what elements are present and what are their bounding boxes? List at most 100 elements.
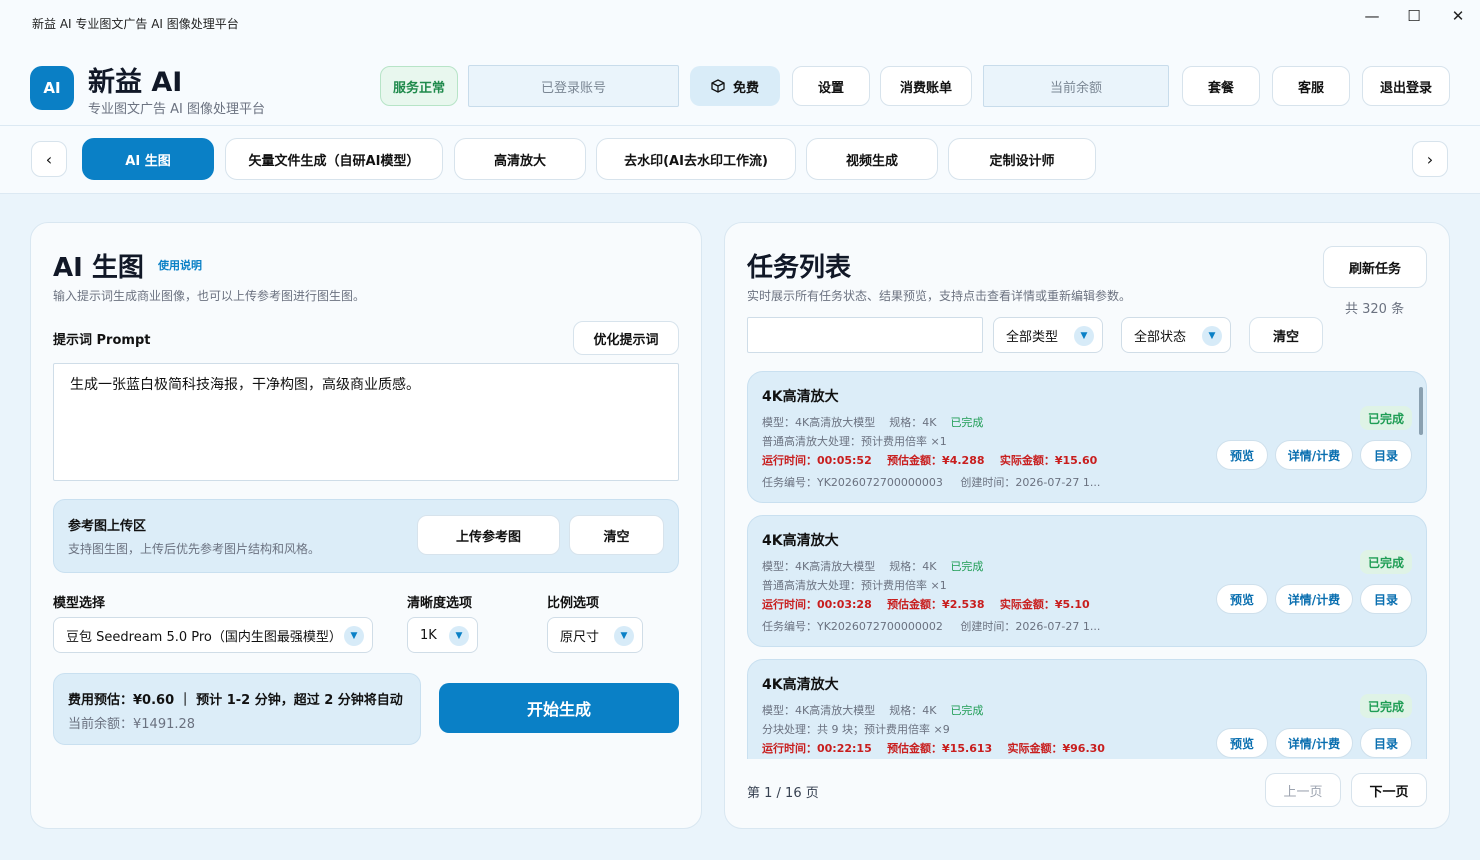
preview-button[interactable]: 预览 <box>1216 584 1268 614</box>
task-meta: 模型：4K高清放大模型 规格：4K 已完成 <box>762 558 983 574</box>
folder-button[interactable]: 目录 <box>1360 440 1412 470</box>
task-process: 分块处理：共 9 块；预计费用倍率 ×9 <box>762 723 950 736</box>
task-meta: 模型：4K高清放大模型 规格：4K 已完成 <box>762 702 983 718</box>
close-button[interactable]: ✕ <box>1438 4 1478 28</box>
task-meta: 模型：4K高清放大模型 规格：4K 已完成 <box>762 414 983 430</box>
type-filter-value: 全部类型 <box>1006 329 1059 345</box>
reference-title: 参考图上传区 <box>68 519 147 534</box>
folder-button[interactable]: 目录 <box>1360 584 1412 614</box>
reference-desc: 支持图生图，上传后优先参考图片结构和风格。 <box>68 542 321 556</box>
detail-billing-button[interactable]: 详情/计费 <box>1275 584 1353 614</box>
task-card[interactable]: 4K高清放大 模型：4K高清放大模型 规格：4K 已完成 普通高清放大处理：预计… <box>747 515 1427 647</box>
model-label: 模型选择 <box>53 596 106 611</box>
task-list-panel: 任务列表 实时展示所有任务状态、结果预览，支持点击查看详情或重新编辑参数。 刷新… <box>724 222 1450 829</box>
help-link[interactable]: 使用说明 <box>158 257 202 273</box>
task-status: 已完成 <box>950 704 984 717</box>
panel-subtitle: 输入提示词生成商业图像，也可以上传参考图进行图生图。 <box>53 289 366 303</box>
task-search-input[interactable] <box>747 317 983 353</box>
tabs-prev-button[interactable]: ‹ <box>31 141 67 177</box>
task-id: 任务编号：YK2026072700000003 <box>762 476 943 489</box>
task-list-scrollbar[interactable] <box>1419 387 1423 435</box>
start-generate-button[interactable]: 开始生成 <box>439 683 679 733</box>
brand-subtitle: 专业图文广告 AI 图像处理平台 <box>88 102 265 117</box>
task-title: 4K高清放大 <box>762 389 839 405</box>
tab-ai-image[interactable]: AI 生图 <box>82 138 214 180</box>
task-created: 创建时间：2026-07-27 1... <box>960 620 1101 633</box>
settings-button[interactable]: 设置 <box>792 66 870 106</box>
folder-button[interactable]: 目录 <box>1360 728 1412 758</box>
brand-name: 新益 AI <box>88 67 183 98</box>
task-card[interactable]: 4K高清放大 模型：4K高清放大模型 规格：4K 已完成 普通高清放大处理：预计… <box>747 371 1427 503</box>
task-id: 任务编号：YK2026072700000002 <box>762 620 943 633</box>
chevron-down-icon: ▼ <box>1202 326 1222 346</box>
chevron-down-icon: ▼ <box>1074 326 1094 346</box>
balance-field[interactable]: 当前余额 <box>983 65 1169 107</box>
status-filter-select[interactable]: 全部状态 ▼ <box>1121 317 1231 353</box>
logout-button[interactable]: 退出登录 <box>1362 66 1450 106</box>
page-info: 第 1 / 16 页 <box>747 786 819 801</box>
clarity-label: 清晰度选项 <box>407 596 473 611</box>
generate-panel: AI 生图 使用说明 输入提示词生成商业图像，也可以上传参考图进行图生图。 提示… <box>30 222 702 829</box>
reference-upload-area: 参考图上传区 支持图生图，上传后优先参考图片结构和风格。 上传参考图 清空 <box>53 499 679 573</box>
tab-vector[interactable]: 矢量文件生成（自研AI模型） <box>225 138 443 180</box>
app-logo: AI <box>30 66 74 110</box>
prompt-label: 提示词 Prompt <box>53 333 151 348</box>
optimize-prompt-button[interactable]: 优化提示词 <box>573 321 679 355</box>
tabs-next-button[interactable]: › <box>1412 141 1448 177</box>
prompt-input[interactable]: 生成一张蓝白极简科技海报，干净构图，高级商业质感。 <box>53 363 679 481</box>
cost-estimate-box: 费用预估：¥0.60 ｜ 预计 1-2 分钟，超过 2 分钟将自动 当前余额：¥… <box>53 673 421 745</box>
minimize-button[interactable]: — <box>1352 4 1392 28</box>
chevron-down-icon: ▼ <box>344 626 364 646</box>
plan-button[interactable]: 免费 <box>690 66 780 106</box>
maximize-button[interactable]: ☐ <box>1394 4 1434 28</box>
task-created: 创建时间：2026-07-27 1... <box>960 476 1101 489</box>
cost-estimate-text: 费用预估：¥0.60 ｜ 预计 1-2 分钟，超过 2 分钟将自动 <box>68 693 403 708</box>
tab-watermark[interactable]: 去水印(AI去水印工作流) <box>596 138 796 180</box>
detail-billing-button[interactable]: 详情/计费 <box>1275 440 1353 470</box>
next-page-button[interactable]: 下一页 <box>1351 773 1427 807</box>
task-spec: 规格：4K <box>889 416 937 429</box>
status-badge: 已完成 <box>1359 550 1412 574</box>
refresh-tasks-button[interactable]: 刷新任务 <box>1323 246 1427 288</box>
task-estimate: 预估金额：¥4.288 <box>887 454 985 467</box>
prev-page-button[interactable]: 上一页 <box>1265 773 1341 807</box>
task-model: 模型：4K高清放大模型 <box>762 416 876 429</box>
tab-upscale[interactable]: 高清放大 <box>454 138 586 180</box>
model-select[interactable]: 豆包 Seedream 5.0 Pro（国内生图最强模型） ▼ <box>53 617 373 653</box>
task-costs: 运行时间：00:03:28 预估金额：¥2.538 实际金额：¥5.10 <box>762 596 1090 612</box>
tab-designer[interactable]: 定制设计师 <box>948 138 1096 180</box>
support-button[interactable]: 客服 <box>1272 66 1350 106</box>
task-card[interactable]: 4K高清放大 模型：4K高清放大模型 规格：4K 已完成 分块处理：共 9 块；… <box>747 659 1427 759</box>
account-field[interactable]: 已登录账号 <box>468 65 679 107</box>
task-estimate: 预估金额：¥2.538 <box>887 598 985 611</box>
task-model: 模型：4K高清放大模型 <box>762 704 876 717</box>
type-filter-select[interactable]: 全部类型 ▼ <box>993 317 1103 353</box>
service-status-badge: 服务正常 <box>380 66 458 106</box>
plan-label: 免费 <box>732 80 759 96</box>
panel-title: AI 生图 <box>53 253 144 283</box>
ratio-select[interactable]: 原尺寸 ▼ <box>547 617 643 653</box>
clear-reference-button[interactable]: 清空 <box>569 515 664 555</box>
task-costs: 运行时间：00:22:15 预估金额：¥15.613 实际金额：¥96.30 <box>762 740 1105 756</box>
preview-button[interactable]: 预览 <box>1216 728 1268 758</box>
task-ids: 任务编号：YK2026072700000002 创建时间：2026-07-27 … <box>762 618 1100 634</box>
task-title: 4K高清放大 <box>762 533 839 549</box>
clear-filters-button[interactable]: 清空 <box>1249 317 1323 353</box>
model-value: 豆包 Seedream 5.0 Pro（国内生图最强模型） <box>66 629 342 645</box>
upload-reference-button[interactable]: 上传参考图 <box>417 515 560 555</box>
packages-button[interactable]: 套餐 <box>1182 66 1260 106</box>
chevron-down-icon: ▼ <box>449 626 469 646</box>
task-runtime: 运行时间：00:05:52 <box>762 454 872 467</box>
preview-button[interactable]: 预览 <box>1216 440 1268 470</box>
task-actual: 实际金额：¥15.60 <box>999 454 1098 467</box>
status-filter-value: 全部状态 <box>1134 329 1187 345</box>
task-total-count: 共 320 条 <box>1345 302 1405 317</box>
task-list-subtitle: 实时展示所有任务状态、结果预览，支持点击查看详情或重新编辑参数。 <box>747 289 1132 303</box>
task-process: 普通高清放大处理：预计费用倍率 ×1 <box>762 579 947 592</box>
detail-billing-button[interactable]: 详情/计费 <box>1275 728 1353 758</box>
tab-video[interactable]: 视频生成 <box>806 138 938 180</box>
bills-button[interactable]: 消费账单 <box>880 66 972 106</box>
clarity-select[interactable]: 1K ▼ <box>407 617 478 653</box>
task-spec: 规格：4K <box>889 704 937 717</box>
task-actual: 实际金额：¥96.30 <box>1007 742 1105 755</box>
